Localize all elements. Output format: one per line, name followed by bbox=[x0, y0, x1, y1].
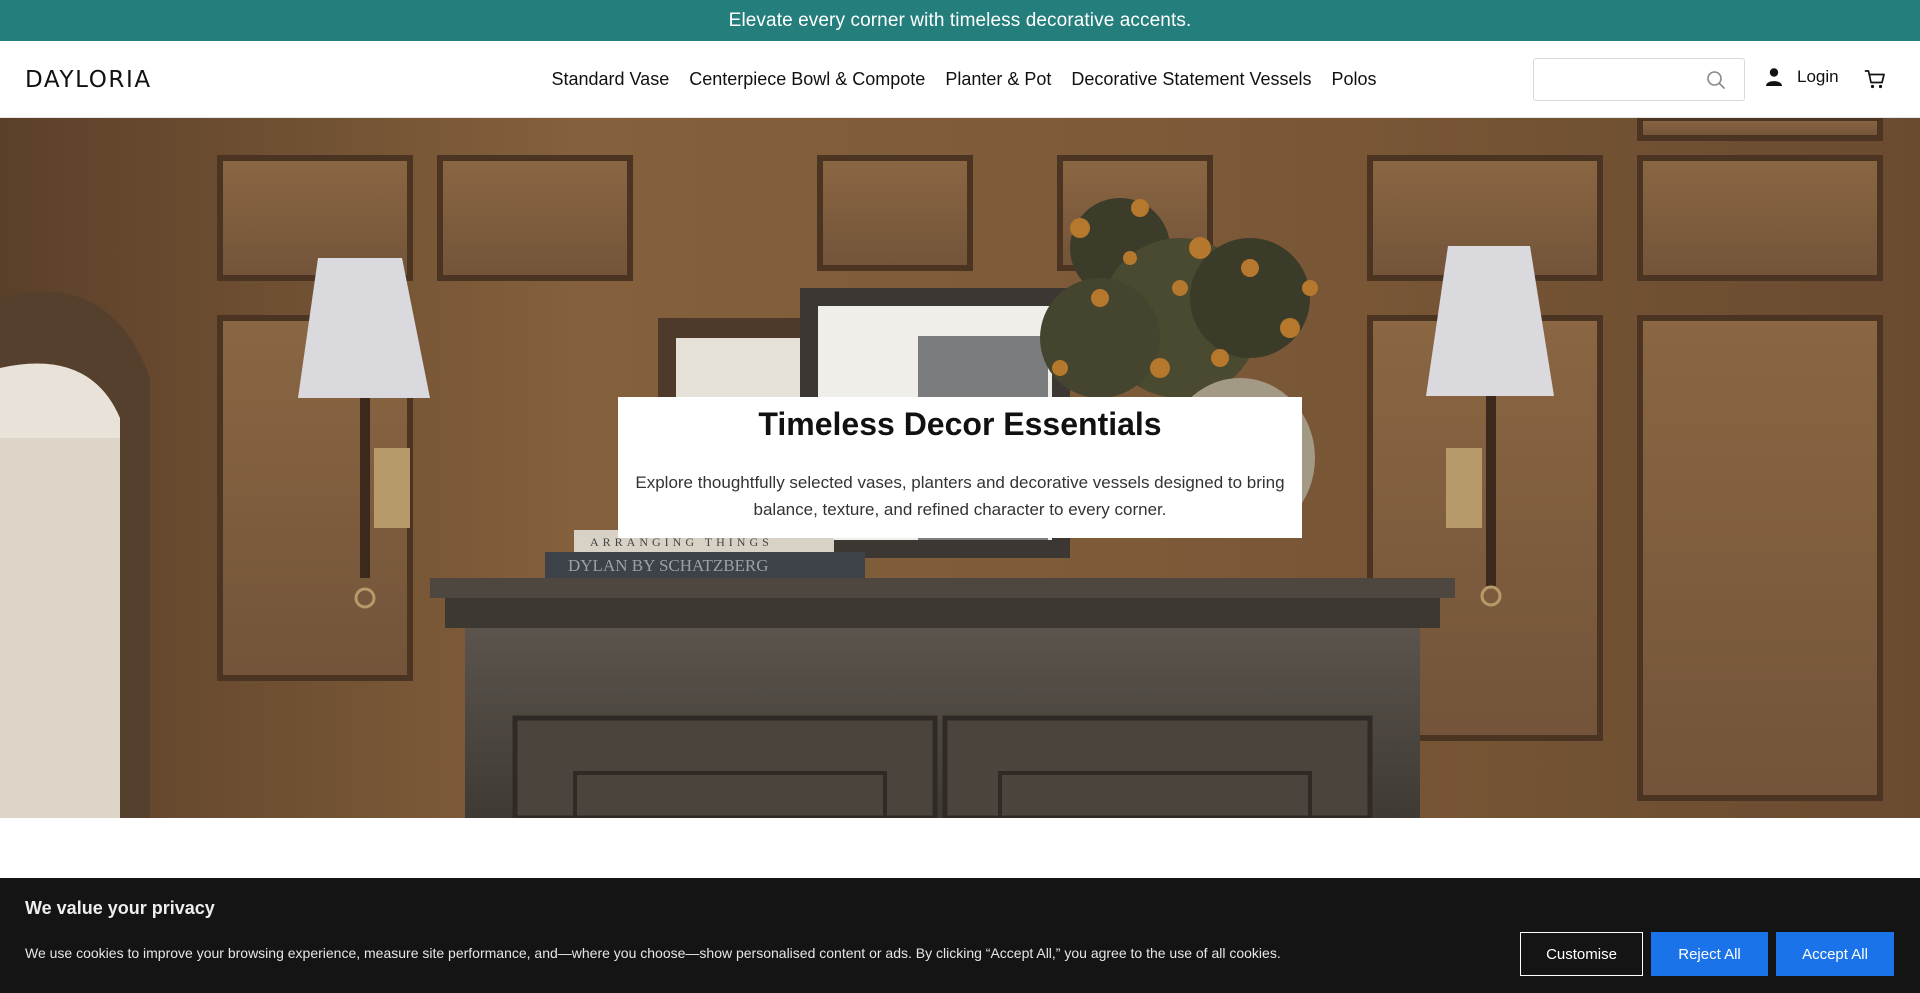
nav-item-polos[interactable]: Polos bbox=[1332, 69, 1377, 90]
login-label: Login bbox=[1797, 67, 1839, 86]
user-icon bbox=[1766, 68, 1782, 86]
cookie-text: We use cookies to improve your browsing … bbox=[25, 945, 1281, 961]
announcement-bar: Elevate every corner with timeless decor… bbox=[0, 0, 1920, 41]
cookie-title: We value your privacy bbox=[25, 898, 215, 918]
accept-all-button[interactable]: Accept All bbox=[1776, 932, 1894, 976]
nav-item-standard-vase[interactable]: Standard Vase bbox=[551, 69, 669, 90]
cookie-banner: We value your privacy We use cookies to … bbox=[0, 878, 1920, 993]
nav-item-statement-vessels[interactable]: Decorative Statement Vessels bbox=[1071, 69, 1311, 90]
customise-button[interactable]: Customise bbox=[1520, 932, 1643, 976]
hero-description: Explore thoughtfully selected vases, pla… bbox=[635, 473, 1285, 519]
search-input[interactable] bbox=[1534, 59, 1694, 100]
nav-item-planter-pot[interactable]: Planter & Pot bbox=[945, 69, 1051, 90]
hero-title: Timeless Decor Essentials bbox=[758, 406, 1162, 442]
hero-card: Timeless Decor Essentials Explore though… bbox=[618, 397, 1302, 538]
site-header: DAYLORIA Standard Vase Centerpiece Bowl … bbox=[0, 41, 1920, 118]
search-box bbox=[1533, 58, 1745, 101]
announcement-text: Elevate every corner with timeless decor… bbox=[728, 9, 1192, 31]
book-title-dylan: DYLAN BY SCHATZBERG bbox=[568, 556, 769, 575]
hero-banner: ARRANGING THINGS DYLAN BY SCHATZBERG Tim… bbox=[0, 118, 1920, 818]
login-link[interactable]: Login bbox=[1764, 67, 1839, 87]
cart-icon[interactable] bbox=[1864, 68, 1886, 90]
reject-all-button[interactable]: Reject All bbox=[1651, 932, 1768, 976]
search-icon[interactable] bbox=[1706, 70, 1726, 90]
nav-item-centerpiece-bowl[interactable]: Centerpiece Bowl & Compote bbox=[689, 69, 925, 90]
site-logo[interactable]: DAYLORIA bbox=[25, 67, 152, 93]
